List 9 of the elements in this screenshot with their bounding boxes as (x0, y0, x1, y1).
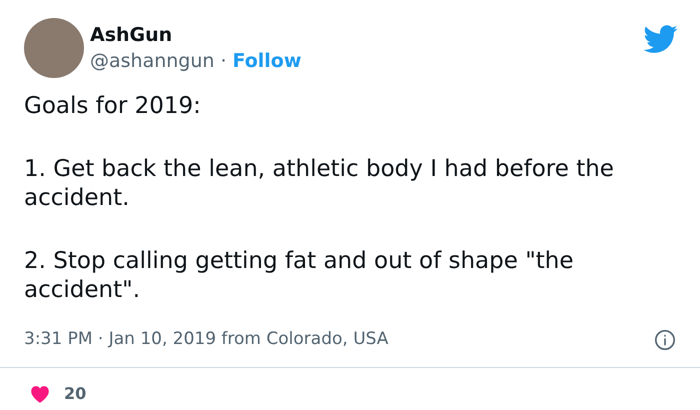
user-handle: @ashanngun (90, 49, 214, 74)
like-count: 20 (64, 382, 86, 404)
tweet-text: Goals for 2019: (24, 92, 202, 121)
tweet-text: 1. Get back the lean, athletic body I had before the accident. (24, 155, 615, 213)
display-name[interactable]: AshGun (90, 22, 302, 48)
tweet-text: 2. Stop calling getting fat and out of shape "the accident". (24, 247, 575, 305)
separator-dot: · (220, 49, 227, 74)
info-icon[interactable] (654, 328, 676, 351)
tweet-timestamp[interactable]: 3:31 PM · Jan 10, 2019 from Colorado, USA (24, 327, 388, 352)
